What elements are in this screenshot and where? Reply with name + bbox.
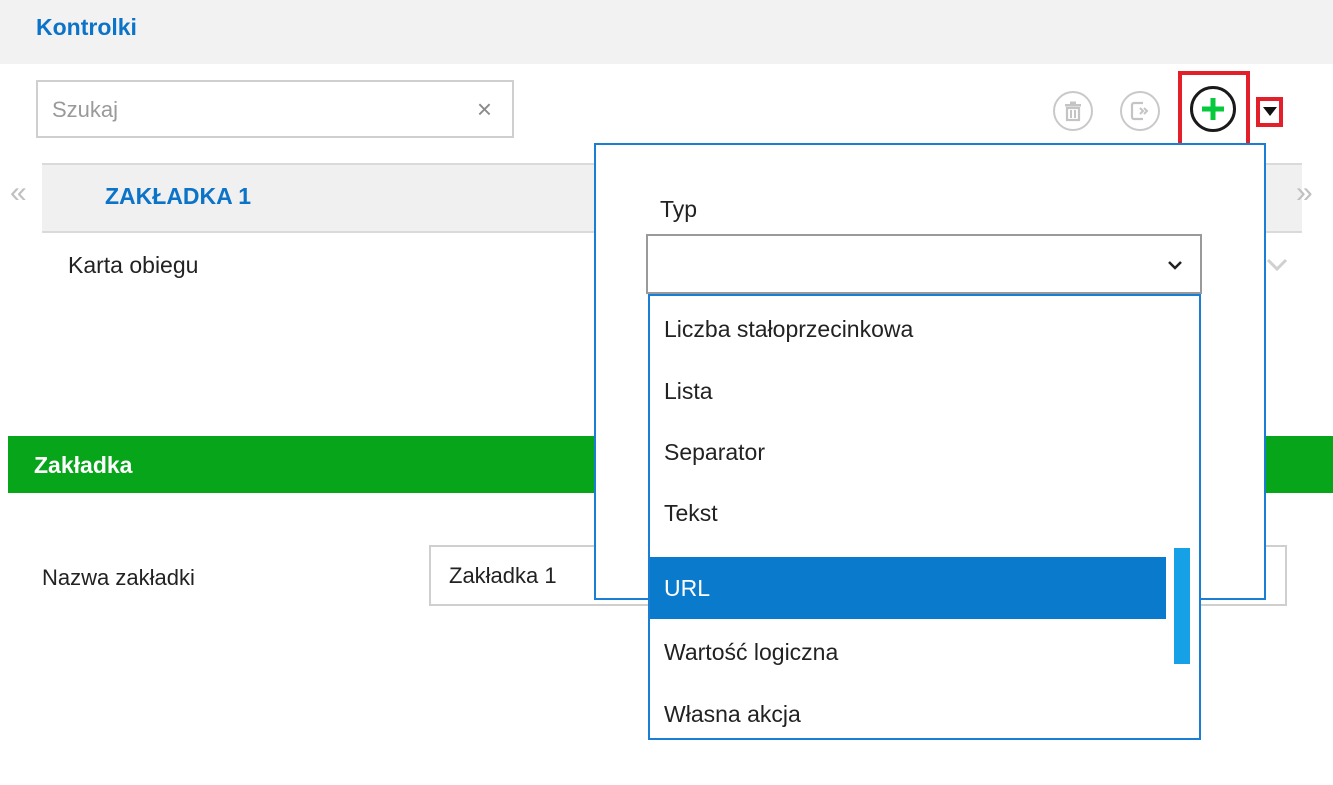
option-wlasna-akcja[interactable]: Własna akcja xyxy=(650,683,1166,745)
export-button[interactable] xyxy=(1120,91,1160,131)
tab-zakladka-1[interactable]: ZAKŁADKA 1 xyxy=(105,183,251,210)
option-wartosc-logiczna[interactable]: Wartość logiczna xyxy=(650,621,1166,683)
trash-icon xyxy=(1065,101,1081,122)
option-tekst[interactable]: Tekst xyxy=(650,482,1166,544)
search-input[interactable] xyxy=(50,92,454,128)
dropdown-arrow-icon xyxy=(1262,107,1277,116)
section-header xyxy=(0,0,1333,64)
option-liczba-staloprzecinkowa[interactable]: Liczba stałoprzecinkowa xyxy=(650,298,1166,360)
type-options-list: Liczba stałoprzecinkowa Lista Separator … xyxy=(648,294,1201,740)
delete-button[interactable] xyxy=(1053,91,1093,131)
add-button[interactable] xyxy=(1190,86,1236,132)
add-menu-button[interactable] xyxy=(1256,97,1283,127)
type-select[interactable] xyxy=(646,234,1202,294)
search-box: × xyxy=(36,80,514,138)
tabs-next-icon[interactable]: » xyxy=(1296,176,1313,210)
option-separator[interactable]: Separator xyxy=(650,421,1166,483)
tab-name-value: Zakładka 1 xyxy=(449,563,557,588)
options-scrollbar[interactable] xyxy=(1174,548,1190,664)
chevron-down-icon[interactable] xyxy=(1266,258,1288,272)
tab-name-label: Nazwa zakładki xyxy=(42,565,195,590)
card-label[interactable]: Karta obiegu xyxy=(68,252,198,279)
option-url[interactable]: URL xyxy=(650,557,1166,619)
type-label: Typ xyxy=(660,196,698,222)
clear-search-icon[interactable]: × xyxy=(477,94,492,124)
option-lista[interactable]: Lista xyxy=(650,360,1166,422)
export-icon xyxy=(1130,101,1149,121)
tabs-prev-icon[interactable]: « xyxy=(10,176,27,210)
plus-icon xyxy=(1202,98,1224,120)
section-title: Kontrolki xyxy=(36,14,137,40)
chevron-down-icon xyxy=(1168,261,1182,270)
panel-title: Zakładka xyxy=(34,452,133,478)
